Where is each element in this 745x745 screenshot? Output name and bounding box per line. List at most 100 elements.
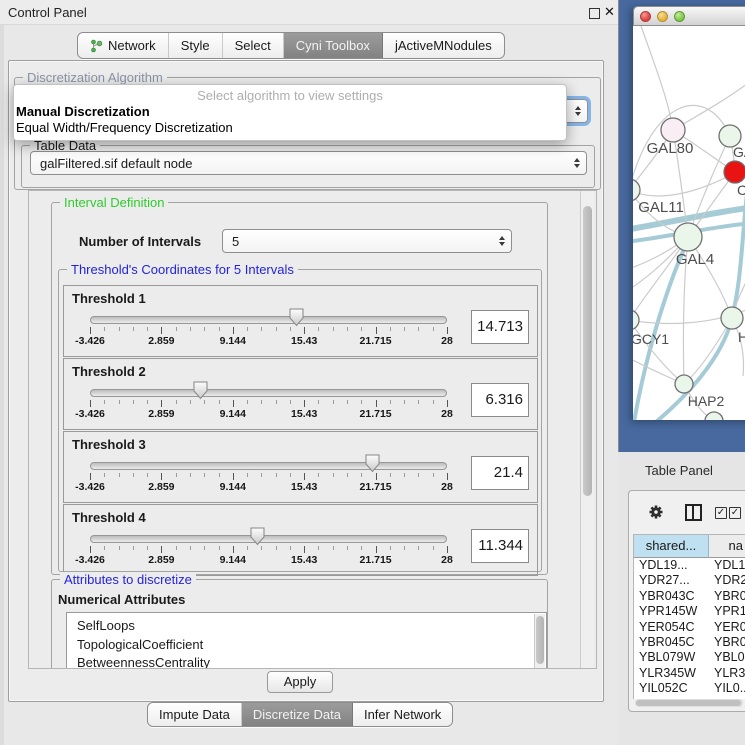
axis-tick-label: 21.715 [360,554,392,566]
close-window-icon[interactable] [640,11,651,22]
network-edge[interactable] [684,318,732,384]
network-edge[interactable] [641,26,673,130]
tab-discretize-data[interactable]: Discretize Data [242,703,353,726]
tab-cyni-toolbox[interactable]: Cyni Toolbox [284,33,383,58]
threshold-value-field[interactable]: 11.344 [471,529,529,563]
table-cell: YBL0... [709,650,745,665]
attribute-item-betweennesscentrality[interactable]: BetweennessCentrality [67,654,546,669]
table-row[interactable]: YPR145WYPR1... [634,604,745,619]
network-edge[interactable] [673,81,745,130]
number-of-intervals-combobox[interactable]: 5 [222,229,512,253]
threshold-value-field[interactable]: 14.713 [471,310,529,344]
table-row[interactable]: YDR27...YDR2... [634,573,745,588]
table-cell: YPR1... [709,604,745,619]
tab-style[interactable]: Style [169,33,223,58]
network-edge[interactable] [633,320,684,384]
settings-scrollbar-thumb[interactable] [583,206,592,496]
minimize-window-icon[interactable] [657,11,668,22]
thresholds-group: Threshold's Coordinates for 5 Intervals … [58,269,542,572]
float-panel-icon[interactable] [589,8,600,19]
tab-network[interactable]: Network [78,33,169,58]
table-cell: YER0... [709,620,745,635]
table-row[interactable]: YIL052CYIL0... [634,681,745,696]
slider-thumb[interactable] [365,454,380,473]
table-row[interactable]: YDL19...YDL1... [634,558,745,573]
attribute-item-selfloops[interactable]: SelfLoops [67,617,546,636]
network-node-gal11[interactable] [633,179,640,201]
table-cell: YDL1... [709,558,745,573]
table-hscrollbar-thumb[interactable] [636,700,741,706]
network-node-hap2[interactable] [675,375,693,393]
table-cell: YDL19... [634,558,709,573]
list-scrollbar[interactable] [534,614,545,669]
zoom-window-icon[interactable] [674,11,685,22]
table-row[interactable]: YBL079WYBL0... [634,650,745,665]
popup-option-equal-width-frequency-discretization[interactable]: Equal Width/Frequency Discretization [14,120,566,136]
threshold-value-field[interactable]: 21.4 [471,456,529,490]
slider-ticks [90,546,447,554]
table-row[interactable]: YLR345WYLR3... [634,666,745,681]
network-canvas[interactable]: GAL80GACGAL11GAL4GCY1HHAP2 [633,26,745,420]
thresholds-group-title: Threshold's Coordinates for 5 Intervals [67,262,298,277]
slider-axis-labels: -3.4262.8599.14415.4321.71528 [90,481,447,493]
slider-thumb[interactable] [289,308,304,327]
slider-axis-labels: -3.4262.8599.14415.4321.71528 [90,554,447,566]
threshold-label: Threshold 3 [72,437,146,452]
slider-ticks [90,400,447,408]
table-row[interactable]: YER054CYER0... [634,620,745,635]
select-all-columns-icon[interactable] [729,507,741,519]
network-edge[interactable] [688,136,730,237]
network-node-gcy1[interactable] [633,310,639,330]
axis-tick-label: 15.43 [291,335,317,347]
column-header-1[interactable]: shared... [634,535,709,558]
table-cell: YBR0... [709,589,745,604]
slider-track[interactable] [90,535,447,543]
attribute-item-topologicalcoefficient[interactable]: TopologicalCoefficient [67,636,546,655]
slider-track[interactable] [90,316,447,324]
network-node[interactable] [705,412,723,420]
threshold-slider[interactable]: -3.4262.8599.14415.4321.71528 [90,531,447,571]
threshold-panel-2: Threshold 2-3.4262.8599.14415.4321.71528… [63,358,538,430]
slider-thumb[interactable] [250,527,265,546]
threshold-slider[interactable]: -3.4262.8599.14415.4321.71528 [90,312,447,352]
tab-jactivemnodules[interactable]: jActiveMNodules [383,33,504,58]
list-scrollbar-thumb[interactable] [536,616,544,664]
close-panel-icon[interactable]: ✕ [604,4,615,20]
column-header-2[interactable]: na [709,535,745,558]
numerical-attributes-list[interactable]: SelfLoopsTopologicalCoefficientBetweenne… [66,612,547,669]
gear-icon[interactable] [648,504,664,525]
network-node-h[interactable] [721,307,743,329]
tab-impute-data[interactable]: Impute Data [148,703,242,726]
settings-scrollbar[interactable] [580,191,594,668]
threshold-panel-1: Threshold 1-3.4262.8599.14415.4321.71528… [63,285,538,357]
popup-option-manual-discretization[interactable]: Manual Discretization [14,104,566,120]
table-cell: YLR345W [634,666,709,681]
tab-select[interactable]: Select [223,33,284,58]
tab-label: jActiveMNodules [395,38,492,53]
network-window-titlebar[interactable] [633,6,745,26]
network-node-c[interactable] [724,161,745,183]
threshold-slider[interactable]: -3.4262.8599.14415.4321.71528 [90,458,447,498]
apply-button[interactable]: Apply [267,671,333,693]
algorithm-dropdown-popup: Select algorithm to view settings Manual… [13,84,567,141]
table-data-combobox[interactable]: galFiltered.sif default node [30,151,587,175]
slider-thumb[interactable] [193,381,208,400]
network-edge[interactable] [641,146,745,420]
table-row[interactable]: YBR045CYBR0... [634,635,745,650]
table-row[interactable]: YBR043CYBR0... [634,589,745,604]
network-node-gal80[interactable] [661,118,685,142]
axis-tick-label: 2.859 [148,481,174,493]
threshold-value-field[interactable]: 6.316 [471,383,529,417]
threshold-panel-3: Threshold 3 -3.4262.8599.14415.4321.71528… [63,431,538,503]
tab-infer-network[interactable]: Infer Network [353,703,452,726]
axis-tick-label: 2.859 [148,554,174,566]
window-edge [0,0,4,745]
axis-tick-label: 15.43 [291,554,317,566]
slider-track[interactable] [90,389,447,397]
network-node-gal4[interactable] [674,223,702,251]
split-columns-icon[interactable] [685,504,702,521]
network-window: GAL80GACGAL11GAL4GCY1HHAP2 [633,6,745,420]
select-columns-icon[interactable] [715,507,727,519]
threshold-slider[interactable]: -3.4262.8599.14415.4321.71528 [90,385,447,425]
slider-track[interactable] [90,462,447,470]
